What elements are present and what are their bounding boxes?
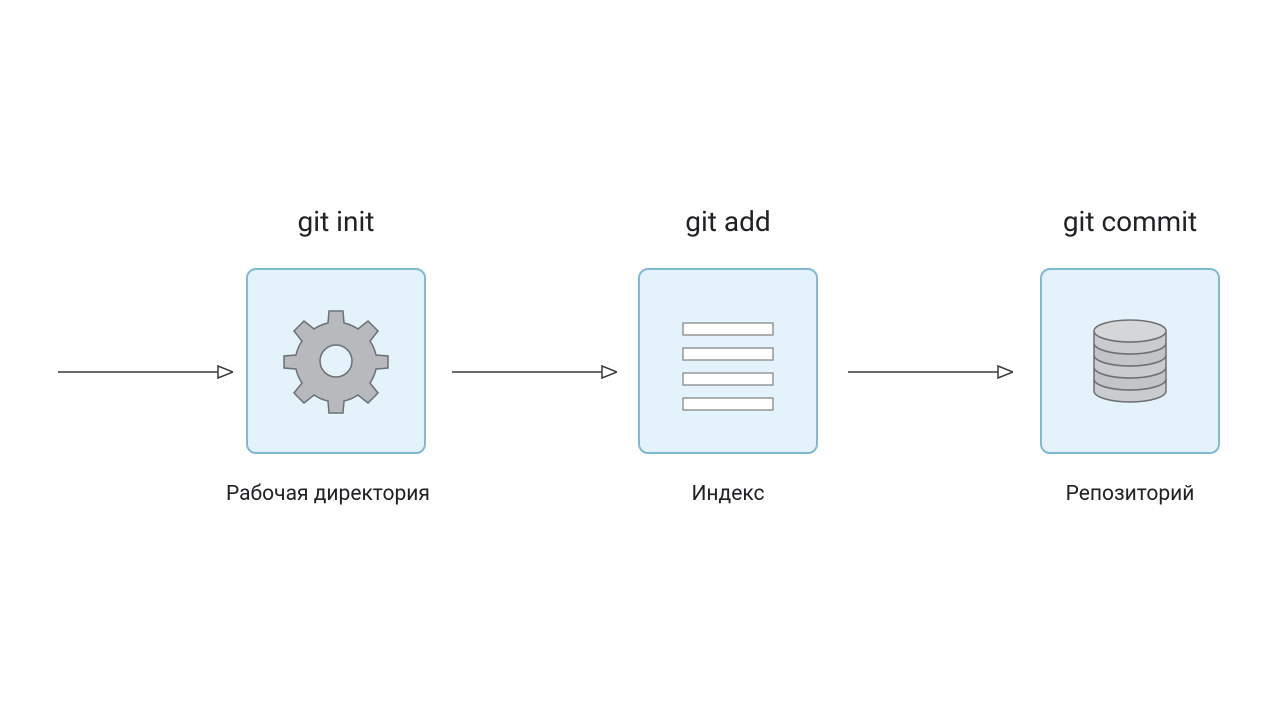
- stage-working-directory: git init Рабочая директория: [246, 205, 426, 506]
- arrow-to-working-dir: [58, 360, 233, 388]
- card-working-directory: [246, 268, 426, 454]
- cmd-git-init: git init: [246, 205, 426, 238]
- label-index: Индекс: [638, 482, 818, 506]
- arrow-to-index: [452, 360, 617, 388]
- arrow-to-repository: [848, 360, 1013, 388]
- database-icon: [1070, 301, 1190, 421]
- card-repository: [1040, 268, 1220, 454]
- label-repository: Репозиторий: [1040, 482, 1220, 506]
- list-icon: [668, 301, 788, 421]
- cmd-git-commit: git commit: [1040, 205, 1220, 238]
- stage-repository: git commit Репозиторий: [1040, 205, 1220, 506]
- gear-icon: [276, 301, 396, 421]
- card-index: [638, 268, 818, 454]
- label-working-directory: Рабочая директория: [226, 482, 426, 506]
- cmd-git-add: git add: [638, 205, 818, 238]
- git-workflow-diagram: git init Рабочая директория git add: [0, 0, 1280, 720]
- stage-index: git add Индекс: [638, 205, 818, 506]
